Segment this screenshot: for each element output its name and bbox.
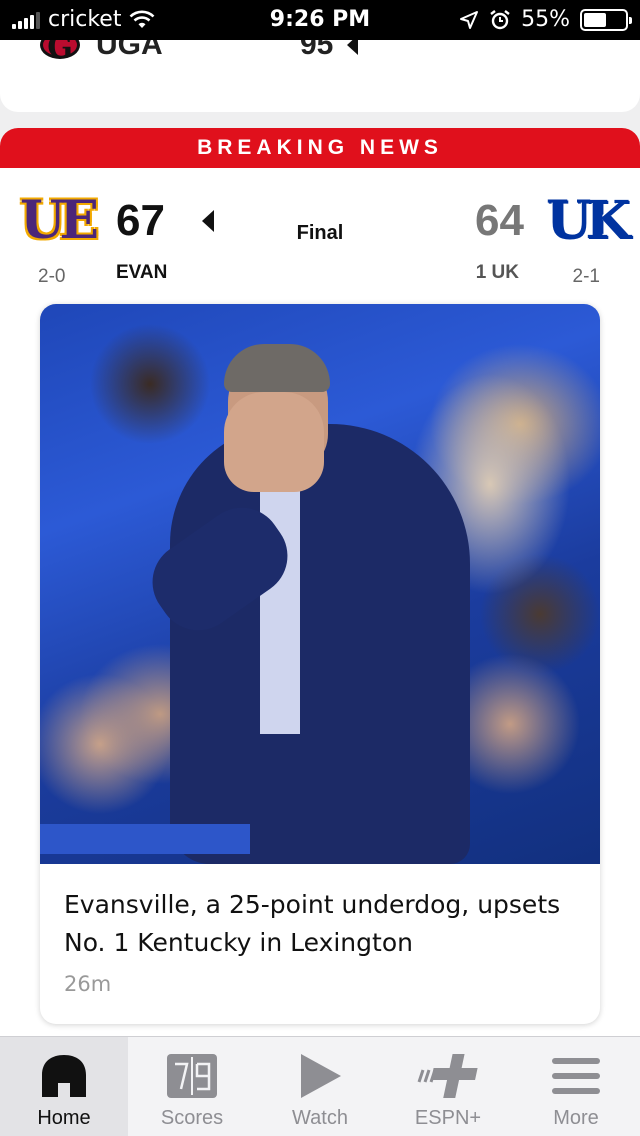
tab-home-label: Home xyxy=(37,1107,91,1129)
home-record: 2-0 xyxy=(38,266,66,287)
battery-fill xyxy=(584,12,606,27)
tab-bar: Home Scores Watch ESPN+ More xyxy=(0,1036,640,1136)
breaking-news-banner: BREAKING NEWS xyxy=(0,128,640,168)
story-card[interactable]: Evansville, a 25-point underdog, upsets … xyxy=(40,304,600,1024)
battery-icon xyxy=(580,8,632,31)
away-record: 2-1 xyxy=(572,266,600,287)
courtside-signage xyxy=(40,824,250,854)
kentucky-logo-icon: UK xyxy=(546,190,631,251)
winner-arrow-icon xyxy=(347,40,359,55)
location-arrow-icon xyxy=(460,10,479,29)
tab-watch[interactable]: Watch xyxy=(256,1037,384,1136)
status-icons: 55% xyxy=(459,7,632,32)
story-headline[interactable]: Evansville, a 25-point underdog, upsets … xyxy=(64,886,584,962)
tab-espn-plus[interactable]: ESPN+ xyxy=(384,1037,512,1136)
breaking-news-card[interactable]: BREAKING NEWS UE 67 Final 64 UK 2-0 EVAN… xyxy=(0,128,640,1036)
coach-suit xyxy=(170,424,470,864)
battery-percent: 55% xyxy=(521,7,570,32)
story-timestamp: 26m xyxy=(64,972,112,996)
status-bar: cricket 9:26 PM 55% xyxy=(0,0,640,40)
coach-hands xyxy=(224,392,324,492)
tab-watch-label: Watch xyxy=(292,1107,348,1129)
game-status: Final xyxy=(296,222,344,244)
coach-hair xyxy=(224,344,330,392)
away-abbr: 1 UK xyxy=(475,262,519,283)
home-abbr: EVAN xyxy=(116,262,168,283)
previous-game-card[interactable]: G UGA 95 xyxy=(0,40,640,112)
story-photo[interactable] xyxy=(40,304,600,864)
previous-game-row: G UGA xyxy=(40,40,163,63)
previous-team-score: 95 xyxy=(300,40,334,61)
tab-more-label: More xyxy=(553,1107,599,1129)
tab-home[interactable]: Home xyxy=(0,1037,128,1136)
espn-plus-icon xyxy=(384,1051,512,1101)
alarm-clock-icon xyxy=(490,9,510,29)
scoreboard-icon xyxy=(128,1051,256,1101)
home-icon xyxy=(0,1051,128,1101)
tab-scores-label: Scores xyxy=(160,1107,224,1129)
menu-icon xyxy=(512,1051,640,1101)
georgia-logo-icon: G xyxy=(40,40,80,63)
tab-more[interactable]: More xyxy=(512,1037,640,1136)
scoreboard[interactable]: UE 67 Final 64 UK 2-0 EVAN 1 UK 2-1 xyxy=(0,168,640,304)
away-score: 64 xyxy=(475,196,524,245)
previous-team-name: UGA xyxy=(96,40,163,61)
previous-score-row: 95 xyxy=(300,40,359,62)
tab-espn-plus-label: ESPN+ xyxy=(414,1107,482,1129)
tab-scores[interactable]: Scores xyxy=(128,1037,256,1136)
play-icon xyxy=(256,1051,384,1101)
